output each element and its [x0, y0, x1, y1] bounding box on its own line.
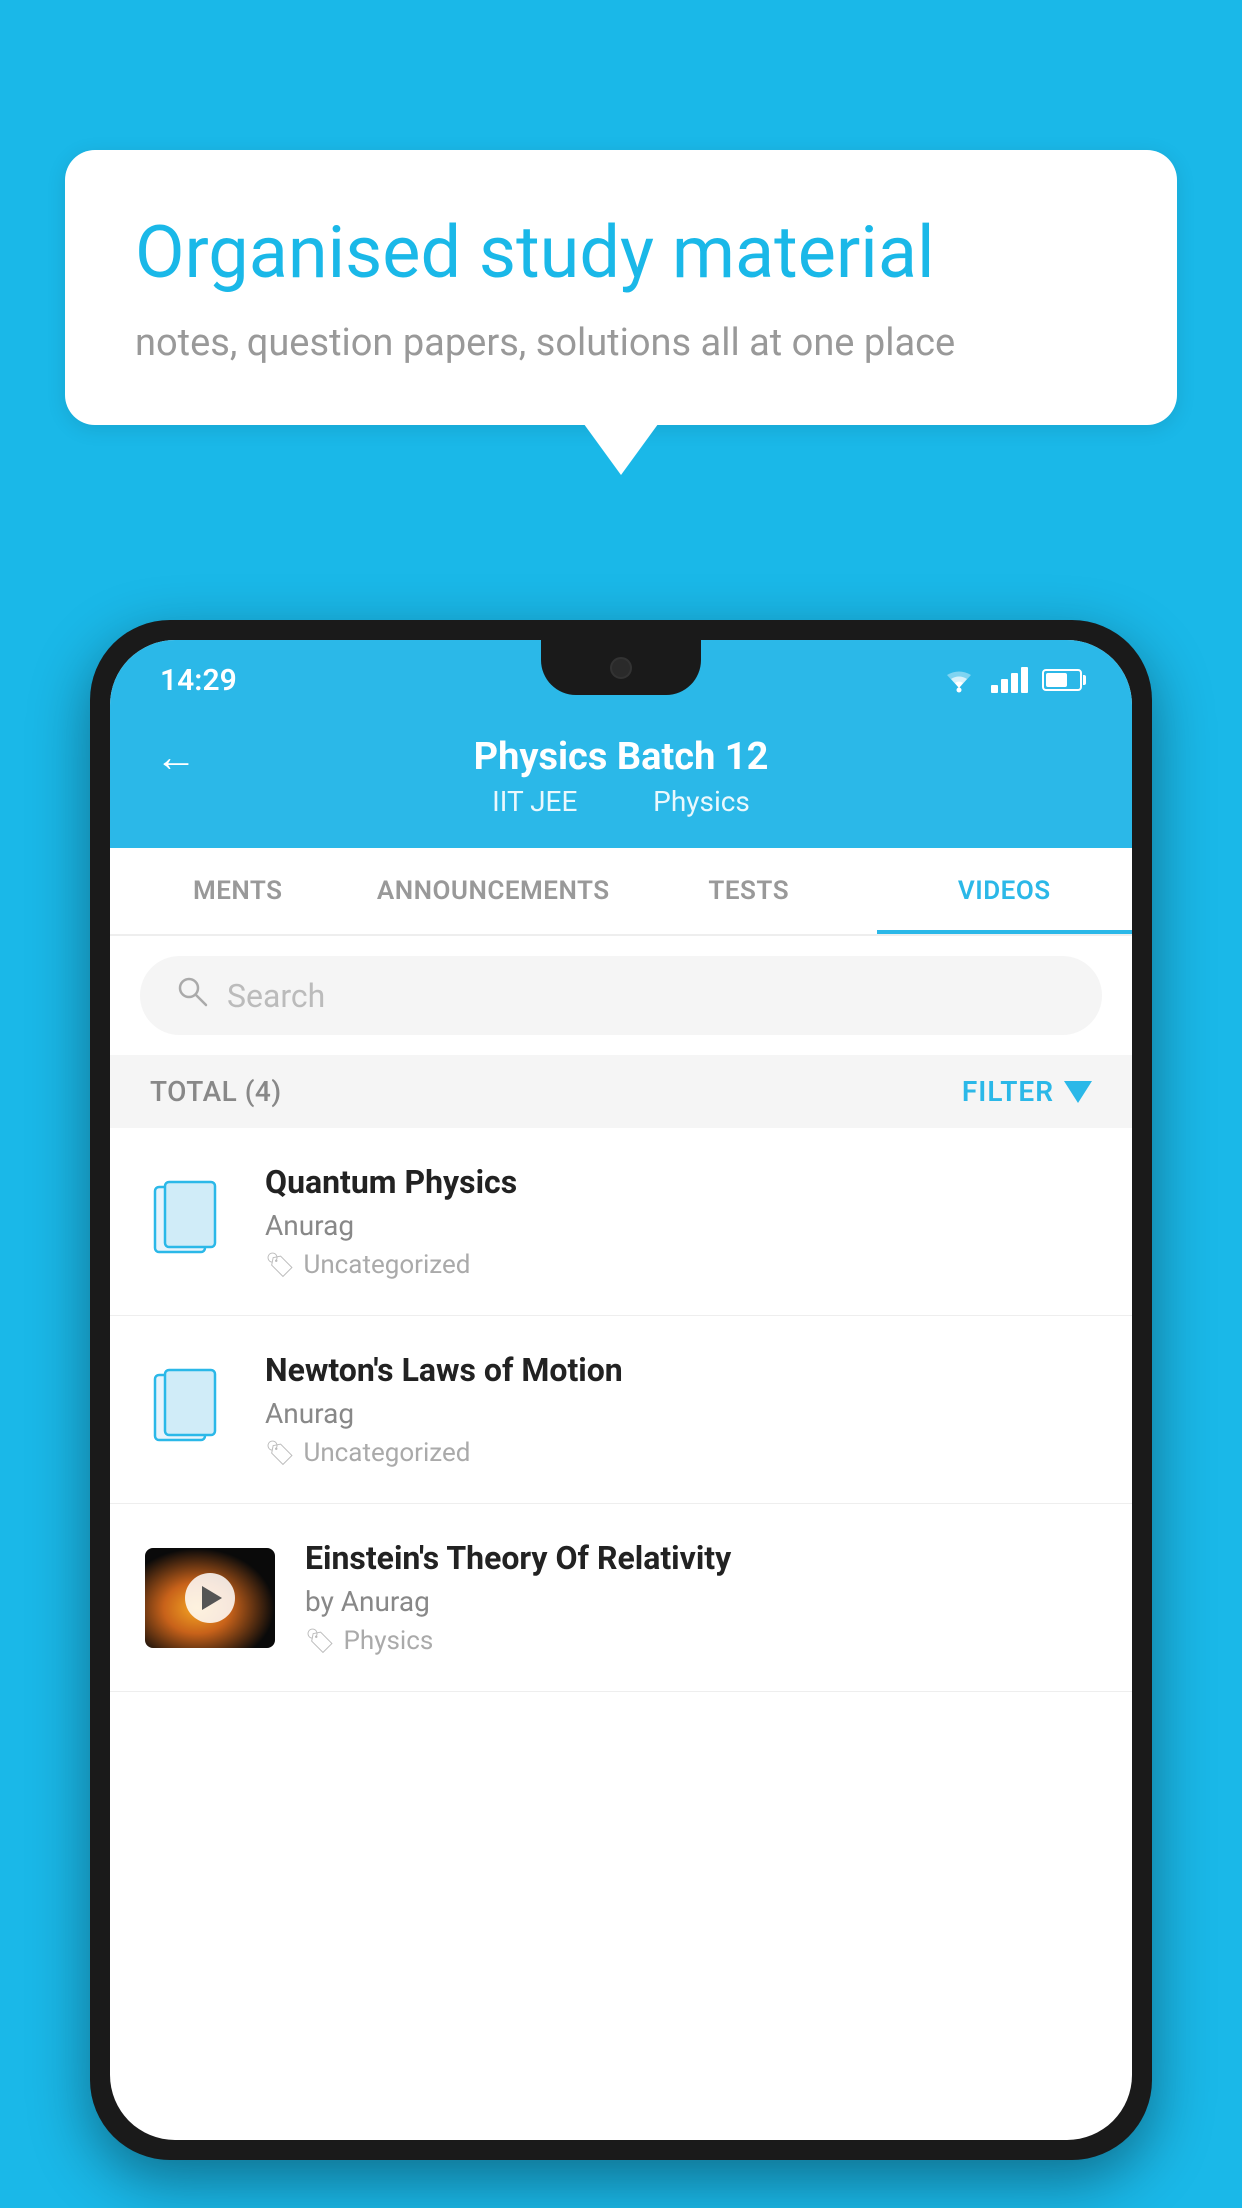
- filter-icon: [1064, 1081, 1092, 1103]
- tag-label: Uncategorized: [303, 1250, 470, 1280]
- video-thumbnail: [145, 1548, 275, 1648]
- phone-outer: 14:29: [90, 620, 1152, 2160]
- tag-icon: 🏷: [305, 1627, 335, 1655]
- video-info: Newton's Laws of Motion Anurag 🏷 Uncateg…: [265, 1351, 1097, 1468]
- file-icon: [145, 1177, 235, 1267]
- camera-dot: [610, 657, 632, 679]
- tag-label: Uncategorized: [303, 1438, 470, 1468]
- video-list: Quantum Physics Anurag 🏷 Uncategorized: [110, 1128, 1132, 1692]
- header-subtitle: IIT JEE Physics: [480, 785, 762, 818]
- tag-icon: 🏷: [265, 1251, 295, 1279]
- file-icon: [145, 1365, 235, 1455]
- back-button[interactable]: ←: [155, 733, 197, 782]
- list-item[interactable]: Einstein's Theory Of Relativity by Anura…: [110, 1504, 1132, 1692]
- promo-subtitle: notes, question papers, solutions all at…: [135, 321, 1107, 365]
- video-title: Quantum Physics: [265, 1163, 1097, 1201]
- promo-title: Organised study material: [135, 210, 1107, 296]
- phone-container: 14:29: [90, 620, 1152, 2208]
- tab-ments[interactable]: MENTS: [110, 848, 366, 934]
- filter-label: FILTER: [962, 1075, 1054, 1108]
- search-bar[interactable]: Search: [140, 956, 1102, 1035]
- wifi-icon: [941, 666, 977, 694]
- video-tag: 🏷 Uncategorized: [265, 1250, 1097, 1280]
- tag-label: Physics: [343, 1626, 433, 1656]
- play-button[interactable]: [185, 1573, 235, 1623]
- subtitle-separator: [608, 785, 622, 818]
- video-title: Newton's Laws of Motion: [265, 1351, 1097, 1389]
- battery-icon: [1042, 669, 1082, 691]
- status-time: 14:29: [160, 663, 237, 698]
- video-title: Einstein's Theory Of Relativity: [305, 1539, 1097, 1577]
- promo-section: Organised study material notes, question…: [65, 150, 1177, 425]
- app-header: ← Physics Batch 12 IIT JEE Physics: [110, 710, 1132, 848]
- video-author: Anurag: [265, 1209, 1097, 1242]
- video-info: Quantum Physics Anurag 🏷 Uncategorized: [265, 1163, 1097, 1280]
- search-container: Search: [110, 936, 1132, 1055]
- header-title: Physics Batch 12: [474, 735, 769, 779]
- signal-icon: [991, 667, 1028, 693]
- filter-button[interactable]: FILTER: [962, 1075, 1092, 1108]
- list-item[interactable]: Newton's Laws of Motion Anurag 🏷 Uncateg…: [110, 1316, 1132, 1504]
- list-item[interactable]: Quantum Physics Anurag 🏷 Uncategorized: [110, 1128, 1132, 1316]
- tab-announcements[interactable]: ANNOUNCEMENTS: [366, 848, 622, 934]
- status-icons: [941, 666, 1082, 694]
- header-row: ← Physics Batch 12: [155, 735, 1087, 779]
- tab-videos[interactable]: VIDEOS: [877, 848, 1133, 934]
- video-author: Anurag: [265, 1397, 1097, 1430]
- tabs-container: MENTS ANNOUNCEMENTS TESTS VIDEOS: [110, 848, 1132, 936]
- search-icon: [175, 974, 209, 1017]
- total-label: TOTAL (4): [150, 1075, 282, 1108]
- play-triangle-icon: [202, 1586, 222, 1610]
- video-info: Einstein's Theory Of Relativity by Anura…: [305, 1539, 1097, 1656]
- video-tag: 🏷 Physics: [305, 1626, 1097, 1656]
- total-filter-row: TOTAL (4) FILTER: [110, 1055, 1132, 1128]
- tab-tests[interactable]: TESTS: [621, 848, 877, 934]
- tag-icon: 🏷: [265, 1439, 295, 1467]
- subtitle-physics: Physics: [653, 785, 750, 818]
- search-placeholder: Search: [227, 977, 325, 1015]
- phone-inner: 14:29: [110, 640, 1132, 2140]
- video-tag: 🏷 Uncategorized: [265, 1438, 1097, 1468]
- video-author: by Anurag: [305, 1585, 1097, 1618]
- subtitle-iitjee: IIT JEE: [492, 785, 577, 818]
- phone-notch: [541, 640, 701, 695]
- speech-bubble: Organised study material notes, question…: [65, 150, 1177, 425]
